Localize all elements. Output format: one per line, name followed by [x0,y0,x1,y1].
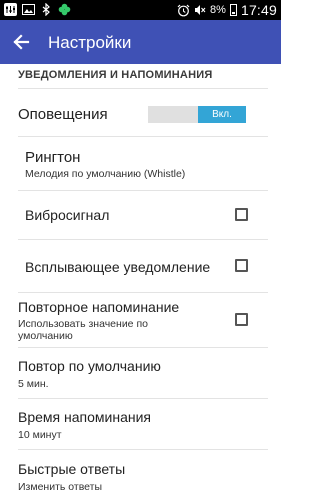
setting-reminder-time[interactable]: Время напоминания 10 минут [0,399,281,449]
section-header: УВЕДОМЛЕНИЯ И НАПОМИНАНИЯ [18,69,213,81]
setting-subtitle: 10 минут [18,429,62,441]
status-bar: 8% 17:49 [0,0,281,20]
setting-subtitle: 5 мин. [18,378,49,390]
setting-title: Повтор по умолчанию [18,358,161,374]
settings-sliders-icon [4,3,17,16]
setting-ringtone[interactable]: Рингтон Мелодия по умолчанию (Whistle) [0,137,281,191]
setting-quick-replies[interactable]: Быстрые ответы Изменить ответы [0,450,281,500]
clover-icon [58,3,71,16]
clock: 17:49 [240,2,277,18]
setting-title: Всплывающее уведомление [25,259,211,275]
page-title: Настройки [48,33,132,52]
repeat-reminder-checkbox[interactable] [235,313,248,326]
image-icon [22,4,35,15]
alarm-icon [177,4,190,16]
setting-title: Повторное напоминание [18,299,180,315]
back-arrow-icon[interactable] [10,31,32,53]
vibration-checkbox[interactable] [235,208,248,221]
setting-subtitle: умолчанию [18,330,73,342]
setting-subtitle: Мелодия по умолчанию (Whistle) [25,168,186,180]
switch-on-label: Вкл. [198,106,246,123]
notifications-switch[interactable]: Вкл. [148,106,246,123]
setting-subtitle: Использовать значение по [18,318,148,330]
status-bar-notifications [4,3,71,16]
setting-title: Рингтон [25,149,81,166]
section-divider [18,88,268,89]
mute-icon [195,5,206,15]
app-bar: Настройки [0,20,281,64]
popup-checkbox[interactable] [235,259,248,272]
setting-title: Время напоминания [18,409,151,425]
battery-icon [229,4,237,16]
setting-title: Быстрые ответы [18,461,126,477]
setting-default-repeat[interactable]: Повтор по умолчанию 5 мин. [0,348,281,398]
setting-subtitle: Изменить ответы [18,481,103,493]
bluetooth-icon [42,3,50,16]
battery-percent: 8% [210,4,226,16]
setting-title: Вибросигнал [25,207,110,223]
setting-title: Оповещения [18,106,108,123]
status-bar-system: 8% 17:49 [177,2,277,18]
